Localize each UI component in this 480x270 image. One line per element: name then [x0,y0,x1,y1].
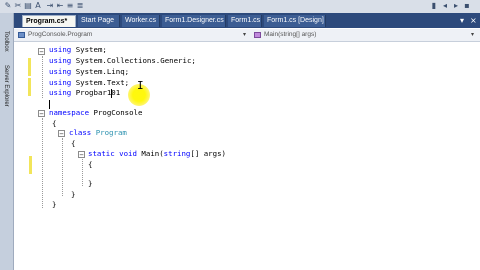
type-combo[interactable]: ProgConsole.Program ▾ [16,30,248,40]
code-line: } [88,179,92,189]
code-line: class Program [69,128,127,138]
chevron-down-icon: ▾ [242,31,246,38]
namespace-ref: Progbar101 [71,88,121,97]
namespace-ref: System.Text; [71,78,130,87]
keyword: using [49,45,72,54]
brace: } [52,200,57,209]
outline-guide [62,138,63,196]
collapse-toggle[interactable]: − [38,110,45,118]
code-editor[interactable]: − − using System; using System.Collectio… [14,42,480,270]
outline-guide [42,118,43,208]
tab-program-cs[interactable]: Program.cs* [22,15,76,27]
code-line: static void Main(string[] args) [88,149,226,159]
find-icon[interactable]: A [34,2,42,10]
edit-icon[interactable]: ✎ [4,2,12,10]
code-line: using System; [49,45,107,55]
class-icon [18,32,25,38]
collapse-toggle[interactable]: − [38,48,45,56]
server-explorer-tab[interactable]: Server Explorer [3,65,9,107]
chevron-down-icon: ▾ [470,31,474,38]
tab-start-page[interactable]: Start Page [78,15,120,27]
change-indicator [29,156,32,174]
prev-bookmark-icon[interactable]: ◂ [441,2,449,10]
tab-form1-designer-cs[interactable]: Form1.Designer.cs [162,15,226,27]
class-name: Program [95,128,127,137]
change-indicator [28,78,31,96]
bookmark-icon[interactable]: ▮ [430,2,438,10]
tab-form1-cs-design[interactable]: Form1.cs [Design] [264,15,326,27]
uncomment-icon[interactable]: ≣ [76,2,84,10]
text-caret [111,89,112,98]
side-panel: Toolbox Server Explorer [0,13,14,270]
code-line: using System.Text; [49,78,129,88]
brace: { [71,139,76,148]
indent-icon[interactable]: ⇥ [46,2,54,10]
code-line: { [71,139,75,149]
collapse-toggle[interactable]: − [78,151,85,159]
method-name: Main( [136,149,164,158]
keyword: namespace [49,108,90,117]
code-line: using System.Linq; [49,67,129,77]
collapse-toggle[interactable]: − [58,130,65,138]
keyword: using [49,78,72,87]
tab-worker-cs[interactable]: Worker.cs [122,15,160,27]
method-params: [] args) [190,149,226,158]
change-indicator [28,58,31,76]
tab-form1-cs[interactable]: Form1.cs [228,15,262,27]
navigation-bar: ProgConsole.Program ▾ Main(string[] args… [14,29,480,42]
method-icon [254,32,261,38]
keyword: void [119,149,137,158]
close-tab-icon[interactable]: × [470,16,477,25]
outdent-icon[interactable]: ⇤ [56,2,64,10]
member-combo-value: Main(string[] args) [264,31,317,38]
comment-icon[interactable]: ≡ [66,2,74,10]
brace: } [88,179,93,188]
keyword: using [49,56,72,65]
keyword: string [163,149,191,158]
outline-guide [82,159,83,186]
document-tab-strip: Program.cs* Start Page Worker.cs Form1.D… [14,13,480,28]
keyword: class [69,128,92,137]
outline-guide [42,56,43,98]
code-line: { [88,160,92,170]
namespace-ref: System.Linq; [71,67,130,76]
code-line: using System.Collections.Generic; [49,56,196,66]
namespace-ref: System.Collections.Generic; [71,56,196,65]
keyword: using [49,67,72,76]
member-combo[interactable]: Main(string[] args) ▾ [252,30,476,40]
code-line: namespace ProgConsole [49,108,142,118]
cut-icon[interactable]: ✂ [14,2,22,10]
brace: } [71,190,76,199]
brace: { [88,160,93,169]
clear-bookmark-icon[interactable]: ▪ [463,2,471,10]
namespace-name: ProgConsole [89,108,143,117]
type-combo-value: ProgConsole.Program [28,31,93,38]
code-line: using Progbar101 [49,88,120,98]
code-line: } [71,190,75,200]
brace: { [52,119,57,128]
tab-dropdown-icon[interactable]: ▾ [460,16,464,25]
next-bookmark-icon[interactable]: ▸ [452,2,460,10]
toolbar: ✎ ✂ ▤ A ⇥ ⇤ ≡ ≣ ▮ ◂ ▸ ▪ [0,0,480,14]
paste-icon[interactable]: ▤ [24,2,32,10]
code-line: } [52,200,56,210]
indicator-margin [14,42,27,270]
keyword: using [49,88,72,97]
toolbox-tab[interactable]: Toolbox [3,31,9,52]
code-line: { [52,119,56,129]
ibeam-cursor-icon: I [137,79,144,92]
namespace-ref: System; [71,45,107,54]
keyword: static [88,149,115,158]
